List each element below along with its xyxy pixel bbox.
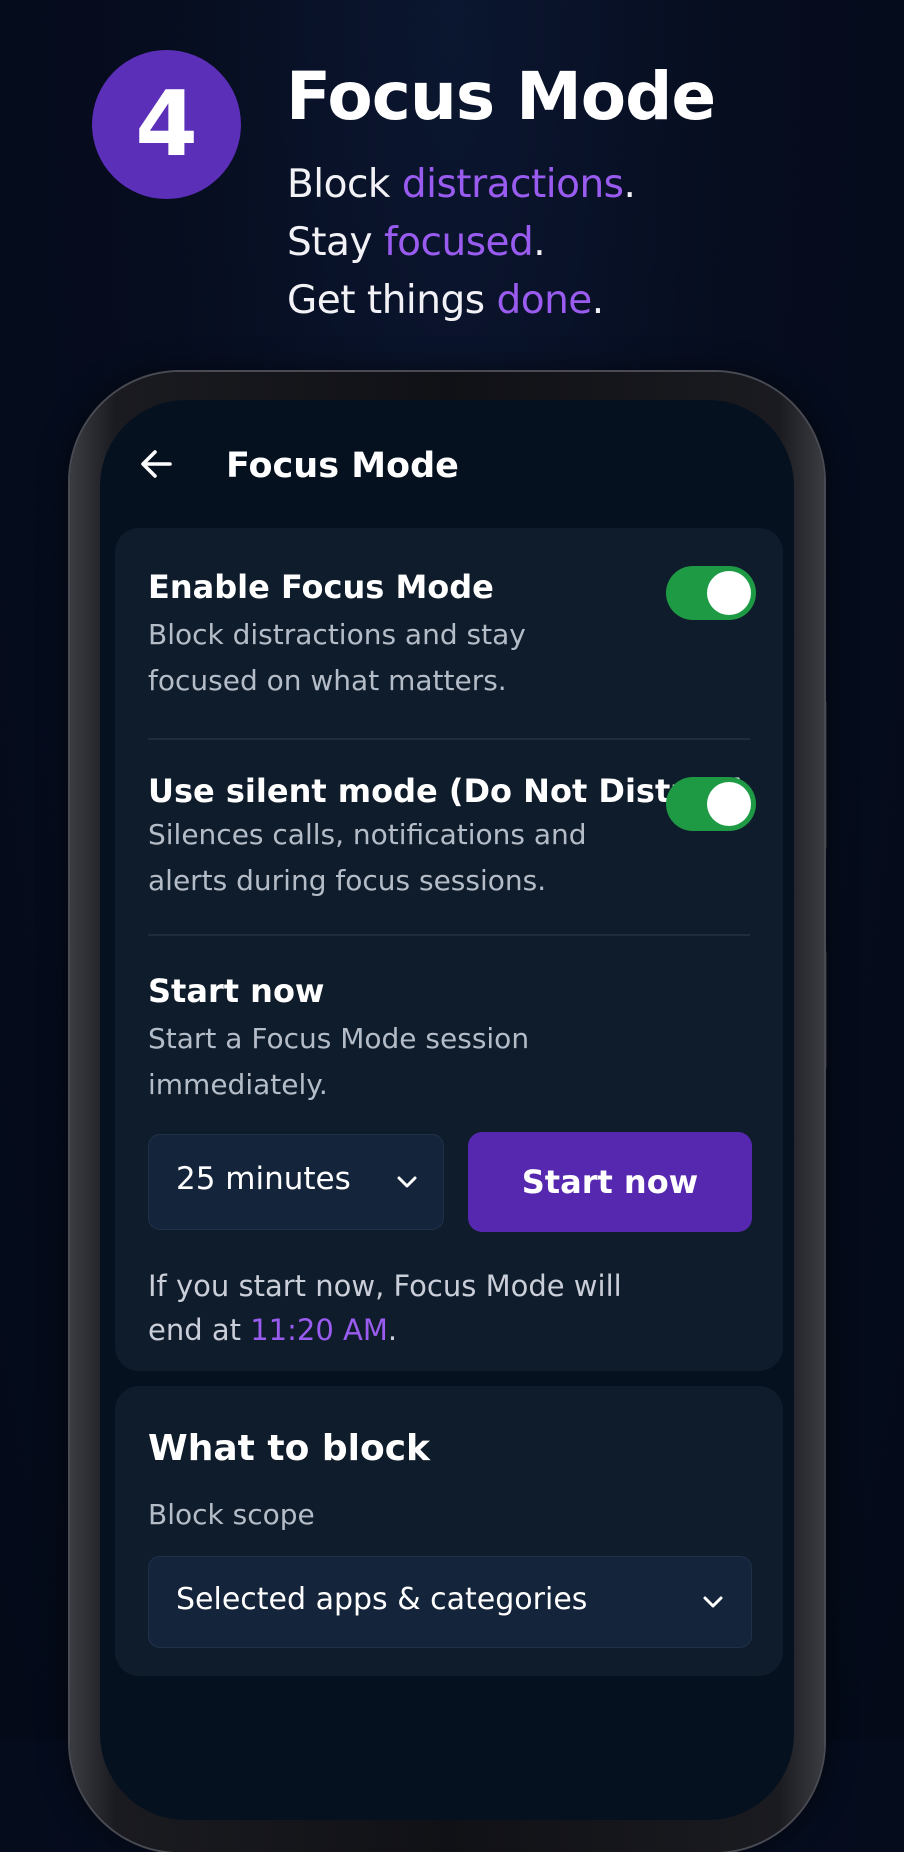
- tagline-line-1: Block distractions.: [287, 162, 636, 207]
- app-title: Focus Mode: [226, 446, 459, 486]
- block-scope-value: Selected apps & categories: [176, 1582, 588, 1617]
- block-settings-card: What to block Block scope Selected apps …: [115, 1386, 783, 1676]
- tagline-prefix: Stay: [287, 220, 384, 265]
- headline-title: Focus Mode: [286, 58, 716, 135]
- end-time-value: 11:20 AM: [250, 1313, 388, 1347]
- tagline-prefix: Block: [287, 162, 402, 207]
- what-to-block-title: What to block: [148, 1428, 430, 1469]
- start-now-button[interactable]: Start now: [468, 1132, 752, 1232]
- silent-mode-toggle[interactable]: [666, 777, 756, 831]
- focus-settings-card: Enable Focus Mode Block distractions and…: [115, 528, 783, 1371]
- tagline-prefix: Get things: [287, 278, 497, 323]
- enable-focus-title: Enable Focus Mode: [148, 568, 494, 606]
- end-time-note: If you start now, Focus Mode will end at…: [148, 1264, 648, 1352]
- phone-screen: Focus Mode Enable Focus Mode Block distr…: [100, 400, 794, 1820]
- silent-mode-title: Use silent mode (Do Not Disturb): [148, 772, 747, 810]
- tagline-suffix: .: [533, 220, 546, 265]
- toggle-knob: [707, 571, 751, 615]
- app-bar: Focus Mode: [100, 400, 794, 532]
- divider: [148, 934, 750, 936]
- tagline-line-2: Stay focused.: [287, 220, 546, 265]
- duration-select[interactable]: 25 minutes: [148, 1134, 444, 1230]
- step-number-badge: 4: [92, 50, 241, 199]
- tagline-line-3: Get things done.: [287, 278, 604, 323]
- chevron-down-icon: [397, 1176, 417, 1188]
- tagline-highlight: distractions: [401, 162, 624, 207]
- arrow-left-icon[interactable]: [136, 444, 176, 484]
- tagline-suffix: .: [591, 278, 604, 323]
- chevron-down-icon: [703, 1596, 723, 1608]
- start-now-title: Start now: [148, 972, 325, 1010]
- silent-mode-description: Silences calls, notifications and alerts…: [148, 818, 587, 897]
- block-scope-label: Block scope: [148, 1498, 315, 1531]
- end-note-suffix: .: [387, 1313, 398, 1347]
- divider: [148, 738, 750, 740]
- enable-focus-description: Block distractions and stay focused on w…: [148, 618, 526, 697]
- tagline-highlight: focused: [383, 220, 534, 265]
- start-now-description: Start a Focus Mode session immediately.: [148, 1022, 530, 1101]
- tagline-highlight: done: [496, 278, 592, 323]
- step-number: 4: [135, 72, 198, 177]
- block-scope-select[interactable]: Selected apps & categories: [148, 1556, 752, 1648]
- duration-value: 25 minutes: [176, 1161, 351, 1197]
- tagline-suffix: .: [623, 162, 636, 207]
- toggle-knob: [707, 782, 751, 826]
- enable-focus-toggle[interactable]: [666, 566, 756, 620]
